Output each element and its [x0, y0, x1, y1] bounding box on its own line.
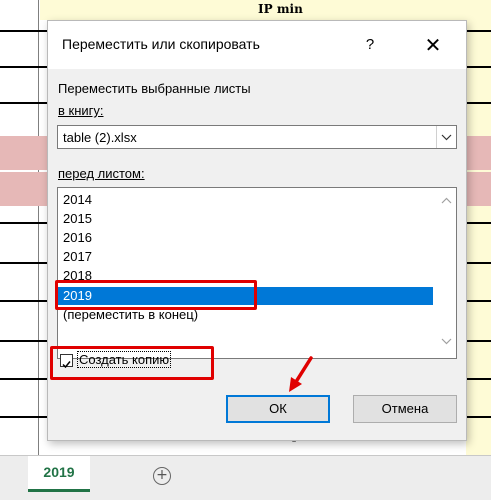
row-border [466, 30, 491, 32]
list-item[interactable]: 2014 [63, 192, 92, 208]
plus-circle-icon[interactable]: + [153, 467, 171, 485]
highlighted-row [466, 136, 491, 170]
row-border [0, 416, 47, 418]
row-border [0, 378, 47, 380]
scroll-arrows-icon [441, 197, 452, 345]
row-border [466, 66, 491, 68]
cancel-button[interactable]: Отмена [353, 395, 457, 423]
dialog-titlebar: Переместить или скопировать ? ✕ [48, 21, 466, 69]
row-border [0, 30, 47, 32]
sheet-listbox[interactable]: 2014 2015 2016 2017 2018 2019 (перемести… [57, 187, 457, 359]
row-border [466, 102, 491, 104]
annotation-highlight-2019 [55, 280, 257, 310]
highlighted-row [0, 136, 47, 170]
row-border [0, 262, 47, 264]
row-border [466, 262, 491, 264]
dialog-title: Переместить или скопировать [62, 36, 260, 52]
top-cell [40, 0, 466, 20]
row-border [0, 102, 47, 104]
vertical-scrollbar[interactable] [437, 188, 456, 358]
book-select[interactable]: table (2).xlsx [57, 125, 457, 149]
chevron-down-icon[interactable] [436, 126, 456, 148]
ok-button[interactable]: ОК [226, 395, 330, 423]
row-border [0, 300, 47, 302]
to-book-label: в книгу: [58, 103, 104, 118]
row-border [0, 222, 47, 224]
before-sheet-label: перед листом: [58, 166, 145, 181]
column-border [38, 0, 39, 455]
annotation-arrow-icon [289, 356, 313, 392]
highlighted-row [0, 172, 47, 206]
row-border [466, 300, 491, 302]
book-select-value: table (2).xlsx [63, 130, 137, 145]
list-item[interactable]: 2015 [63, 211, 92, 227]
sheet-tab-2019[interactable]: 2019 [28, 456, 90, 492]
close-icon[interactable]: ✕ [418, 31, 448, 59]
help-button[interactable]: ? [356, 31, 384, 59]
list-item[interactable]: 2017 [63, 249, 92, 265]
top-cell-text: IP min [258, 2, 303, 16]
row-border [466, 340, 491, 342]
highlighted-row [466, 172, 491, 206]
annotation-highlight-copy [50, 346, 214, 380]
list-item[interactable]: 2016 [63, 230, 92, 246]
row-border [466, 416, 491, 418]
right-column-cells [466, 0, 491, 455]
row-border [0, 66, 47, 68]
row-border [466, 378, 491, 380]
row-border [466, 222, 491, 224]
row-border [0, 340, 47, 342]
move-selected-label: Переместить выбранные листы [58, 81, 251, 96]
